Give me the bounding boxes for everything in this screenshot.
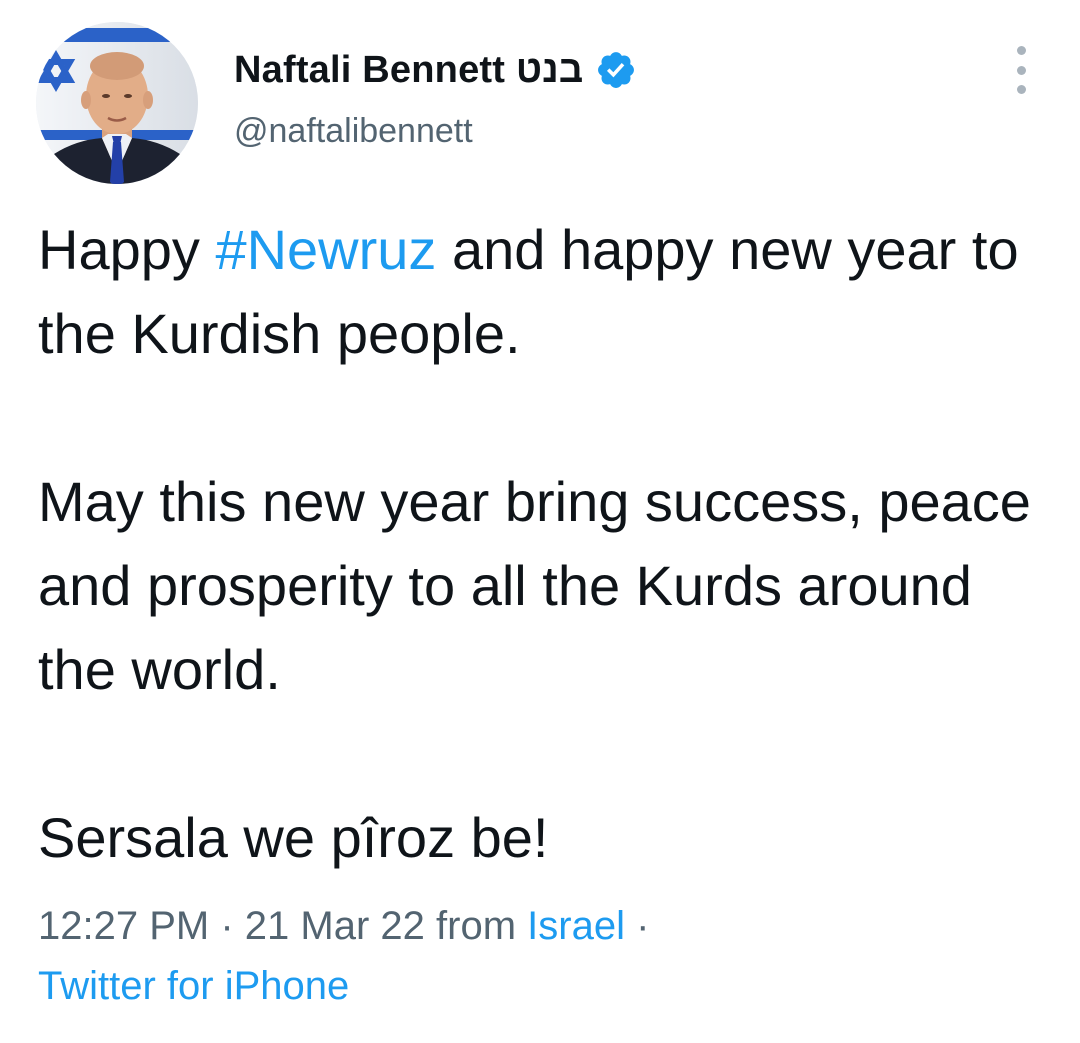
tweet-paragraph-3: Sersala we pîroz be! [38,806,549,869]
separator: · [220,904,234,948]
author-handle[interactable]: @naftalibennett [234,112,473,151]
hashtag-link[interactable]: #Newruz [215,218,436,281]
more-options-icon-dot [1016,85,1026,94]
source-app-link[interactable]: Twitter for iPhone [38,964,349,1008]
verified-badge-icon [595,49,637,91]
more-options-icon [1016,46,1026,55]
more-options-icon-dot [1016,65,1026,75]
location-link[interactable]: Israel [527,904,625,948]
tweet-metadata: 12:27 PM · 21 Mar 22 from Israel · Twitt… [38,896,1048,1016]
tweet-paragraph-1: Happy #Newruz and happy new year to the … [38,208,1048,376]
display-name-latin: Naftali Bennett [234,48,506,91]
separator: · [636,904,650,948]
tweet-text-segment: Happy [38,218,216,281]
tweet-text: Happy #Newruz and happy new year to the … [38,208,1048,880]
display-name[interactable]: Naftali Bennett בנט [234,49,583,92]
from-label: from [436,904,517,948]
profile-photo-icon [36,22,198,184]
avatar[interactable] [36,22,198,184]
tweet-paragraph-2: May this new year bring success, peace a… [38,470,1031,701]
author-name-row[interactable]: Naftali Bennett בנט [234,48,637,92]
tweet-timestamp-link[interactable]: 12:27 PM · 21 Mar 22 [38,904,425,948]
tweet-time: 12:27 PM [38,904,210,948]
tweet-card: Naftali Bennett בנט @naftalibennett Happ… [0,0,1080,1043]
tweet-date: 21 Mar 22 [244,904,425,948]
more-options-button[interactable] [1004,46,1038,94]
display-name-hebrew: בנט [515,48,584,91]
